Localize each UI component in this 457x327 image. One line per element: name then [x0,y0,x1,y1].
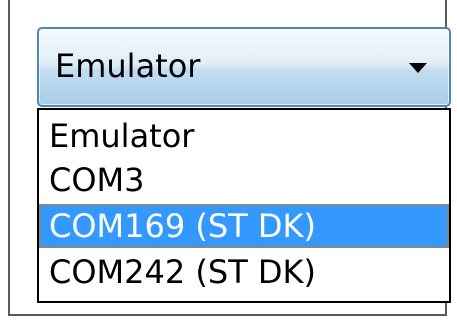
dropdown-option-com242[interactable]: COM242 (ST DK) [39,250,449,294]
dropdown-option-com169[interactable]: COM169 (ST DK) [39,204,449,248]
window-frame: Emulator Emulator COM3 COM169 (ST DK) CO… [8,0,451,316]
port-select-value: Emulator [55,47,201,85]
dropdown-option-com3[interactable]: COM3 [39,158,449,202]
dropdown-option-emulator[interactable]: Emulator [39,114,449,158]
port-dropdown-list: Emulator COM3 COM169 (ST DK) COM242 (ST … [37,108,451,303]
chevron-down-icon[interactable] [409,63,427,73]
port-select[interactable]: Emulator [37,27,451,107]
